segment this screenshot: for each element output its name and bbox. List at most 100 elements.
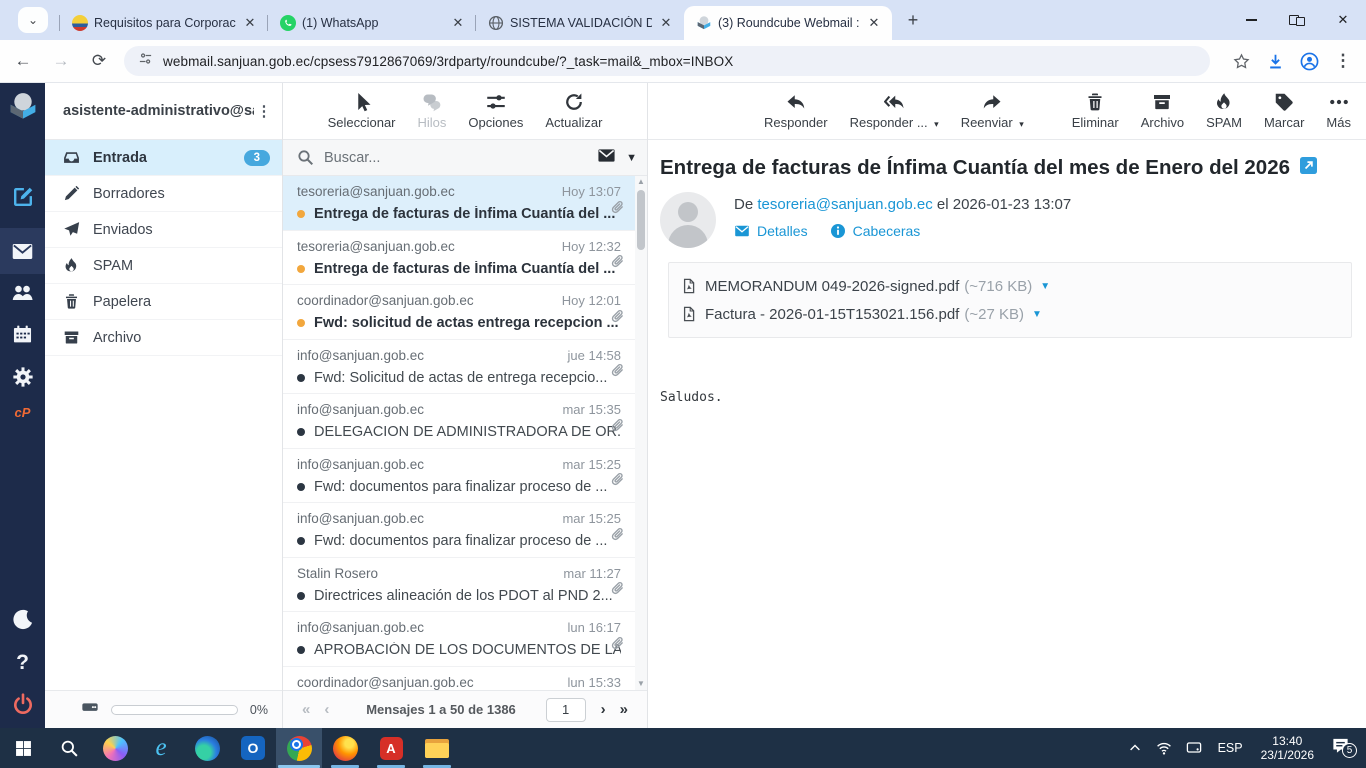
message-row[interactable]: info@sanjuan.gob.ec mar 15:25 Fwd: docum… [283, 503, 647, 558]
folder-item-borradores[interactable]: Borradores [45, 176, 282, 212]
sender-email-link[interactable]: tesoreria@sanjuan.gob.ec [757, 196, 932, 213]
read-status-dot-icon[interactable] [297, 210, 305, 218]
spam-button[interactable]: SPAM [1198, 90, 1250, 132]
internet-explorer-icon[interactable]: e [138, 728, 184, 768]
open-in-new-window-icon[interactable] [1300, 157, 1318, 179]
mark-button[interactable]: Marcar [1256, 90, 1312, 132]
select-button[interactable]: Seleccionar [322, 90, 402, 132]
window-close-button[interactable]: ✕ [1320, 0, 1366, 40]
calendar-nav-button[interactable] [0, 324, 45, 345]
folder-item-archivo[interactable]: Archivo [45, 320, 282, 356]
logout-button[interactable] [0, 693, 45, 715]
message-row[interactable]: tesoreria@sanjuan.gob.ec Hoy 13:07 Entre… [283, 176, 647, 231]
copilot-icon[interactable] [92, 728, 138, 768]
display-cast-icon[interactable] [1179, 740, 1209, 756]
clock[interactable]: 13:40 23/1/2026 [1252, 734, 1323, 762]
reply-button[interactable]: Responder [756, 90, 836, 132]
acrobat-icon[interactable]: A [368, 728, 414, 768]
edge-icon[interactable] [184, 728, 230, 768]
tab-search-button[interactable]: ⌄ [18, 7, 48, 33]
file-explorer-icon[interactable] [414, 728, 460, 768]
tab-sistema-validacion[interactable]: SISTEMA VALIDACIÓN DE PERFI ✕ [475, 6, 684, 40]
address-bar[interactable]: webmail.sanjuan.gob.ec/cpsess7912867069/… [124, 46, 1210, 76]
headers-link[interactable]: Cabeceras [830, 223, 920, 239]
message-row[interactable]: tesoreria@sanjuan.gob.ec Hoy 12:32 Entre… [283, 231, 647, 285]
tab-requisitos[interactable]: Requisitos para Corporaciones ✕ [59, 6, 268, 40]
window-minimize-button[interactable] [1228, 0, 1274, 40]
read-status-dot-icon[interactable] [297, 591, 305, 600]
attachment-menu-caret-icon[interactable]: ▼ [1040, 281, 1050, 292]
firefox-icon[interactable] [322, 728, 368, 768]
forward-button[interactable]: Reenviar ▾ [953, 90, 1032, 132]
read-status-dot-icon[interactable] [297, 482, 305, 491]
archive-button[interactable]: Archivo [1133, 90, 1192, 132]
message-row[interactable]: info@sanjuan.gob.ec mar 15:25 Fwd: docum… [283, 449, 647, 503]
tab-close-button[interactable]: ✕ [866, 15, 882, 31]
back-button[interactable]: ← [8, 46, 38, 76]
message-row[interactable]: info@sanjuan.gob.ec mar 15:35 DELEGACION… [283, 394, 647, 449]
help-button[interactable]: ? [0, 651, 45, 675]
search-scope-icon[interactable] [597, 146, 616, 170]
scroll-down-icon[interactable]: ▼ [635, 678, 647, 690]
last-page-button[interactable]: » [613, 701, 635, 718]
folder-item-spam[interactable]: SPAM [45, 248, 282, 284]
search-input[interactable] [324, 149, 598, 166]
list-scrollbar[interactable]: ▲ ▼ [635, 176, 647, 690]
folder-item-papelera[interactable]: Papelera [45, 284, 282, 320]
more-button[interactable]: Más [1318, 90, 1359, 132]
read-status-dot-icon[interactable] [297, 319, 305, 327]
outlook-icon[interactable]: O [230, 728, 276, 768]
account-menu-icon[interactable]: ⋮ [254, 102, 274, 120]
start-button[interactable] [0, 728, 46, 768]
scroll-up-icon[interactable]: ▲ [635, 176, 647, 188]
notification-center-button[interactable]: 5 [1323, 736, 1366, 760]
cpanel-link[interactable]: cP [0, 405, 45, 420]
reply-all-button[interactable]: Responder ... ▾ [842, 90, 947, 132]
wifi-icon[interactable] [1149, 740, 1179, 756]
options-button[interactable]: Opciones [462, 90, 529, 132]
profile-icon[interactable] [1294, 46, 1324, 76]
message-row[interactable]: info@sanjuan.gob.ec jue 14:58 Fwd: Solic… [283, 340, 647, 394]
dark-mode-toggle[interactable] [0, 609, 45, 631]
first-page-button[interactable]: « [295, 701, 317, 718]
delete-button[interactable]: Eliminar [1064, 90, 1127, 132]
message-row[interactable]: coordinador@sanjuan.gob.ec Hoy 12:01 Fwd… [283, 285, 647, 340]
folder-item-enviados[interactable]: Enviados [45, 212, 282, 248]
page-number-input[interactable] [545, 697, 586, 722]
new-tab-button[interactable]: + [900, 7, 926, 33]
tab-close-button[interactable]: ✕ [242, 15, 258, 31]
forward-button[interactable]: → [46, 46, 76, 76]
details-link[interactable]: Detalles [734, 223, 808, 239]
tab-roundcube-active[interactable]: (3) Roundcube Webmail :: Entra ✕ [684, 6, 892, 40]
compose-button[interactable] [0, 185, 45, 209]
message-row[interactable]: Stalin Rosero mar 11:27 Directrices alin… [283, 558, 647, 612]
attachment-menu-caret-icon[interactable]: ▼ [1032, 309, 1042, 320]
forward-caret-icon[interactable]: ▾ [1017, 119, 1024, 129]
chrome-icon[interactable] [276, 728, 322, 768]
mail-nav-button[interactable] [0, 228, 45, 274]
next-page-button[interactable]: › [594, 701, 613, 718]
settings-nav-button[interactable] [0, 366, 45, 388]
attachment-name[interactable]: MEMORANDUM 049-2026-signed.pdf [705, 278, 959, 295]
refresh-button[interactable]: Actualizar [539, 90, 608, 132]
threads-button[interactable]: Hilos [412, 90, 453, 132]
read-status-dot-icon[interactable] [297, 646, 305, 654]
read-status-dot-icon[interactable] [297, 537, 305, 545]
prev-page-button[interactable]: ‹ [317, 701, 336, 718]
tab-close-button[interactable]: ✕ [658, 15, 674, 31]
site-settings-icon[interactable] [138, 51, 153, 71]
downloads-icon[interactable] [1260, 46, 1290, 76]
attachment-row[interactable]: Factura - 2026-01-15T153021.156.pdf (~27… [681, 300, 1339, 328]
read-status-dot-icon[interactable] [297, 373, 305, 382]
message-row[interactable]: coordinador@sanjuan.gob.ec lun 15:33 [283, 667, 647, 691]
contacts-nav-button[interactable] [0, 281, 45, 304]
search-options-chevron-icon[interactable]: ▼ [626, 152, 637, 164]
taskbar-search-button[interactable] [46, 728, 92, 768]
reply-all-caret-icon[interactable]: ▾ [932, 119, 939, 129]
read-status-dot-icon[interactable] [297, 264, 305, 273]
window-restore-button[interactable] [1274, 0, 1320, 40]
folder-item-entrada[interactable]: Entrada 3 [45, 140, 282, 176]
attachment-name[interactable]: Factura - 2026-01-15T153021.156.pdf [705, 306, 959, 323]
bookmark-star-icon[interactable] [1226, 46, 1256, 76]
tray-expand-icon[interactable] [1121, 741, 1149, 755]
